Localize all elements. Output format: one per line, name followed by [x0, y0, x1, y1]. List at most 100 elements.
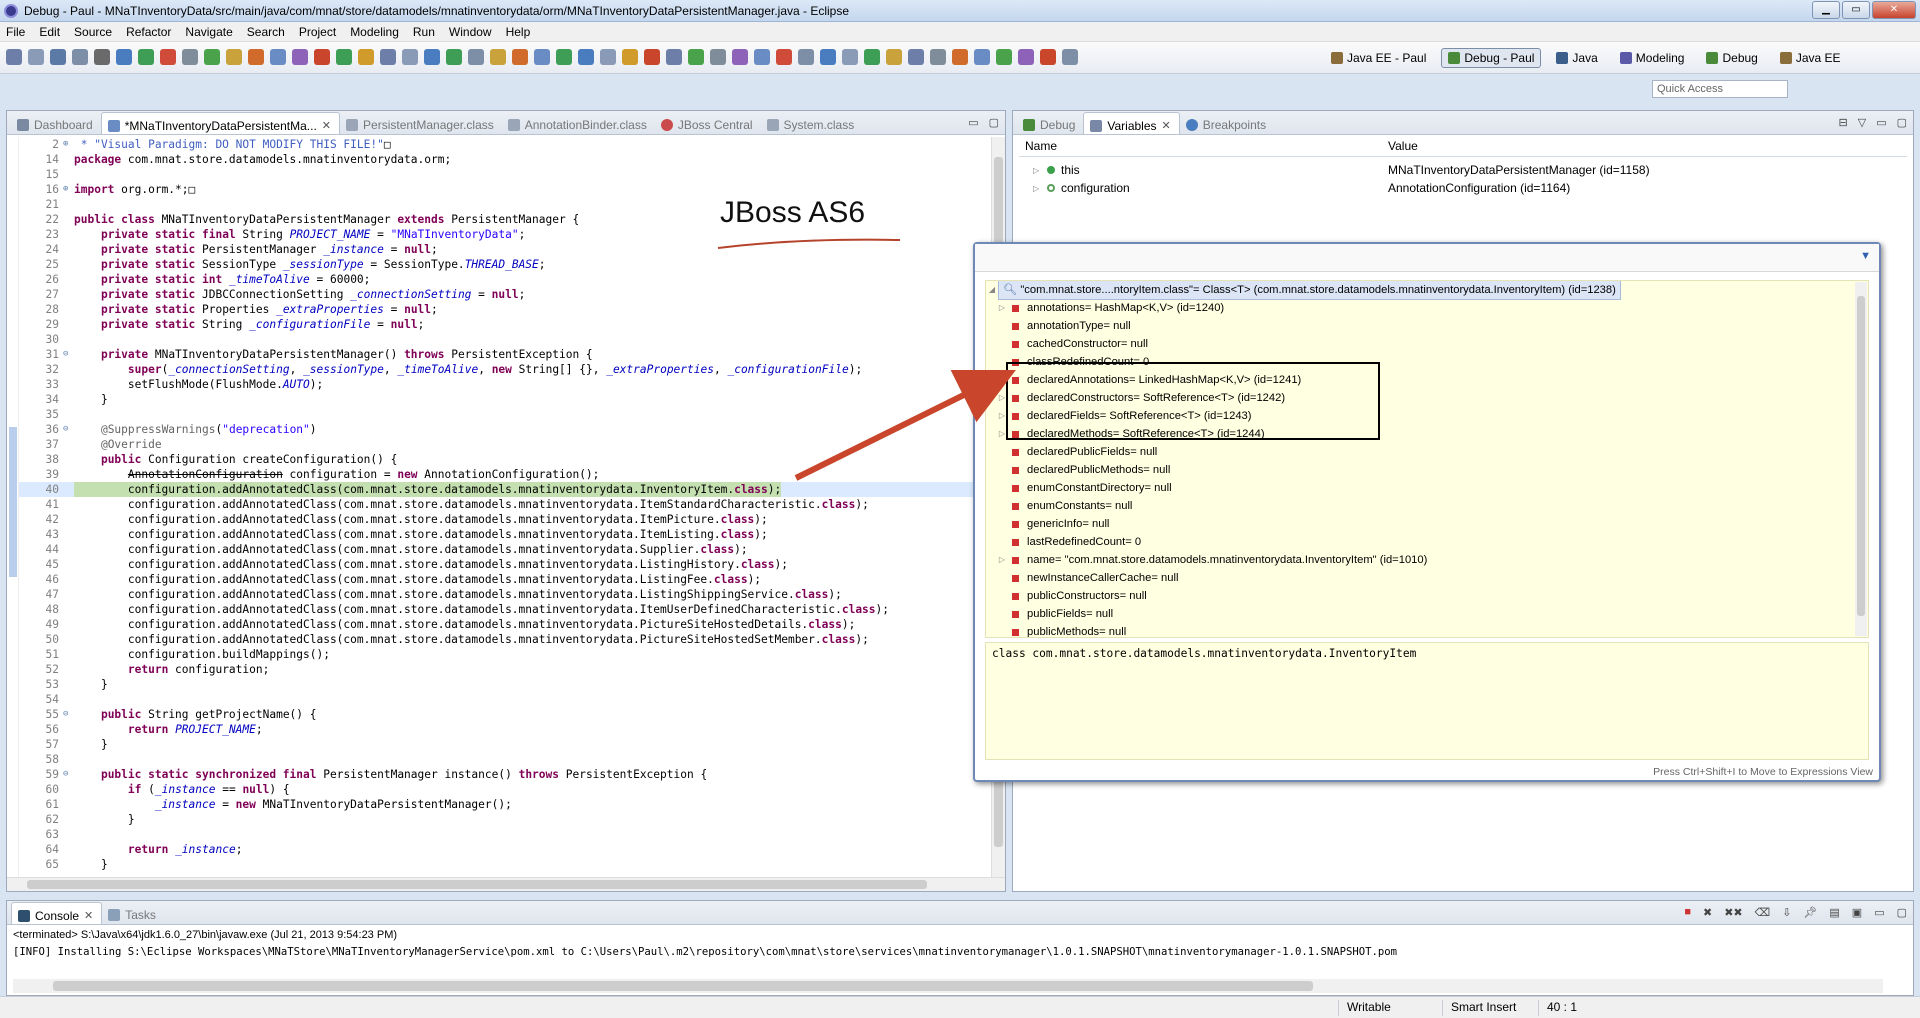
remove-all-icon[interactable]: ✖✖ [1724, 906, 1742, 919]
perspective-java-ee[interactable]: Java EE [1773, 48, 1848, 68]
code-line[interactable]: 60 if (_instance == null) { [19, 782, 991, 797]
menu-file[interactable]: File [6, 25, 25, 39]
fold-marker-icon[interactable]: ⊖ [63, 707, 74, 722]
toolbar-action-icon[interactable] [644, 49, 660, 65]
toolbar-action-icon[interactable] [996, 49, 1012, 65]
expand-arrow-icon[interactable]: ▷ [996, 299, 1008, 317]
toolbar-action-icon[interactable] [424, 49, 440, 65]
toolbar-action-icon[interactable] [138, 49, 154, 65]
toolbar-action-icon[interactable] [820, 49, 836, 65]
maximize-view-icon[interactable]: ▢ [1897, 116, 1907, 129]
code-line[interactable]: 49 configuration.addAnnotatedClass(com.m… [19, 617, 991, 632]
code-line[interactable]: 55 ⊖ public String getProjectName() { [19, 707, 991, 722]
code-line[interactable]: 62 } [19, 812, 991, 827]
code-line[interactable]: 31 ⊖ private MNaTInventoryDataPersistentM… [19, 347, 991, 362]
toolbar-action-icon[interactable] [534, 49, 550, 65]
inspect-field-row[interactable]: publicConstructors= null [996, 587, 1868, 605]
menu-run[interactable]: Run [413, 25, 435, 39]
new-console-icon[interactable]: ▣ [1852, 906, 1862, 919]
menu-navigate[interactable]: Navigate [185, 25, 232, 39]
code-line[interactable]: 45 configuration.addAnnotatedClass(com.m… [19, 557, 991, 572]
code-line[interactable]: 61 _instance = new MNaTInventoryDataPers… [19, 797, 991, 812]
inspect-field-row[interactable]: cachedConstructor= null [996, 335, 1868, 353]
toolbar-action-icon[interactable] [1040, 49, 1056, 65]
inspect-field-row[interactable]: genericInfo= null [996, 515, 1868, 533]
toolbar-action-icon[interactable] [72, 49, 88, 65]
toolbar-action-icon[interactable] [28, 49, 44, 65]
fold-marker-icon[interactable]: ⊖ [63, 347, 74, 362]
toolbar-action-icon[interactable] [710, 49, 726, 65]
code-line[interactable]: 52 return configuration; [19, 662, 991, 677]
toolbar-action-icon[interactable] [468, 49, 484, 65]
terminate-icon[interactable]: ■ [1684, 906, 1691, 919]
code-line[interactable]: 29 private static String _configurationF… [19, 317, 991, 332]
collapse-arrow-icon[interactable]: ◢ [986, 281, 998, 299]
tab-annotationbinder-class[interactable]: AnnotationBinder.class [502, 112, 655, 134]
inspect-field-row[interactable]: publicFields= null [996, 605, 1868, 623]
toolbar-action-icon[interactable] [204, 49, 220, 65]
menu-search[interactable]: Search [247, 25, 285, 39]
menu-edit[interactable]: Edit [39, 25, 60, 39]
code-line[interactable]: 54 [19, 692, 991, 707]
fold-marker-icon[interactable]: ⊕ [63, 137, 74, 152]
inspect-tree[interactable]: ◢ 🔍︎ "com.mnat.store....ntoryItem.class"… [985, 280, 1869, 638]
code-line[interactable]: 56 return PROJECT_NAME; [19, 722, 991, 737]
view-menu-icon[interactable]: ▽ [1858, 116, 1866, 129]
minimize-view-icon[interactable]: ▭ [968, 116, 978, 129]
toolbar-action-icon[interactable] [578, 49, 594, 65]
close-tab-icon[interactable]: ✕ [322, 119, 331, 132]
tab-persistentmanager-class[interactable]: PersistentManager.class [340, 112, 502, 134]
code-line[interactable]: 43 configuration.addAnnotatedClass(com.m… [19, 527, 991, 542]
variable-row-this[interactable]: ▷ this MNaTInventoryDataPersistentManager… [1019, 161, 1907, 179]
maximize-view-icon[interactable]: ▢ [1897, 906, 1907, 919]
toolbar-action-icon[interactable] [292, 49, 308, 65]
toolbar-action-icon[interactable] [864, 49, 880, 65]
value-column-header[interactable]: Value [1382, 139, 1418, 156]
pin-console-icon[interactable]: 📌︎ [1803, 906, 1817, 919]
toolbar-action-icon[interactable] [622, 49, 638, 65]
fold-marker-icon[interactable]: ⊖ [63, 422, 74, 437]
perspective-java[interactable]: Java [1549, 48, 1604, 68]
clear-console-icon[interactable]: ⌫ [1755, 906, 1771, 919]
toolbar-action-icon[interactable] [380, 49, 396, 65]
display-console-icon[interactable]: ▤ [1829, 906, 1839, 919]
fold-marker-icon[interactable]: ⊕ [63, 182, 74, 197]
name-column-header[interactable]: Name [1019, 139, 1382, 156]
inspect-field-row[interactable]: annotationType= null [996, 317, 1868, 335]
code-line[interactable]: 46 configuration.addAnnotatedClass(com.m… [19, 572, 991, 587]
inspect-field-row[interactable]: ▷ name= "com.mnat.store.datamodels.mnatin… [996, 551, 1868, 569]
toolbar-action-icon[interactable] [6, 49, 22, 65]
maximize-button[interactable]: ▭ [1842, 1, 1870, 19]
scroll-lock-icon[interactable]: ⇩ [1782, 906, 1791, 919]
tab-breakpoints[interactable]: Breakpoints [1180, 112, 1274, 134]
code-line[interactable]: 26 private static int _timeToAlive = 600… [19, 272, 991, 287]
code-line[interactable]: 47 configuration.addAnnotatedClass(com.m… [19, 587, 991, 602]
menu-source[interactable]: Source [74, 25, 112, 39]
tab-debug[interactable]: Debug [1017, 112, 1083, 134]
code-line[interactable]: 44 configuration.addAnnotatedClass(com.m… [19, 542, 991, 557]
maximize-view-icon[interactable]: ▢ [989, 116, 999, 129]
code-line[interactable]: 59 ⊖ public static synchronized final Per… [19, 767, 991, 782]
code-line[interactable]: 50 configuration.addAnnotatedClass(com.m… [19, 632, 991, 647]
toolbar-action-icon[interactable] [402, 49, 418, 65]
toolbar-action-icon[interactable] [270, 49, 286, 65]
toolbar-action-icon[interactable] [776, 49, 792, 65]
toolbar-action-icon[interactable] [798, 49, 814, 65]
collapse-all-icon[interactable]: ⊟ [1839, 116, 1848, 129]
remove-launch-icon[interactable]: ✖ [1703, 906, 1712, 919]
code-line[interactable]: 65 } [19, 857, 991, 872]
toolbar-action-icon[interactable] [314, 49, 330, 65]
code-line[interactable]: 53 } [19, 677, 991, 692]
code-line[interactable]: 51 configuration.buildMappings(); [19, 647, 991, 662]
toolbar-action-icon[interactable] [974, 49, 990, 65]
tab-system-class[interactable]: System.class [761, 112, 863, 134]
code-line[interactable]: 58 [19, 752, 991, 767]
inspect-field-row[interactable]: ▷ annotations= HashMap<K,V> (id=1240) [996, 299, 1868, 317]
minimize-view-icon[interactable]: ▭ [1876, 116, 1886, 129]
tab-jboss-central[interactable]: JBoss Central [655, 112, 761, 134]
variable-row-configuration[interactable]: ▷ configuration AnnotationConfiguration (… [1019, 179, 1907, 197]
perspective-modeling[interactable]: Modeling [1613, 48, 1692, 68]
toolbar-action-icon[interactable] [336, 49, 352, 65]
code-line[interactable]: 41 configuration.addAnnotatedClass(com.m… [19, 497, 991, 512]
fold-marker-icon[interactable]: ⊖ [63, 767, 74, 782]
